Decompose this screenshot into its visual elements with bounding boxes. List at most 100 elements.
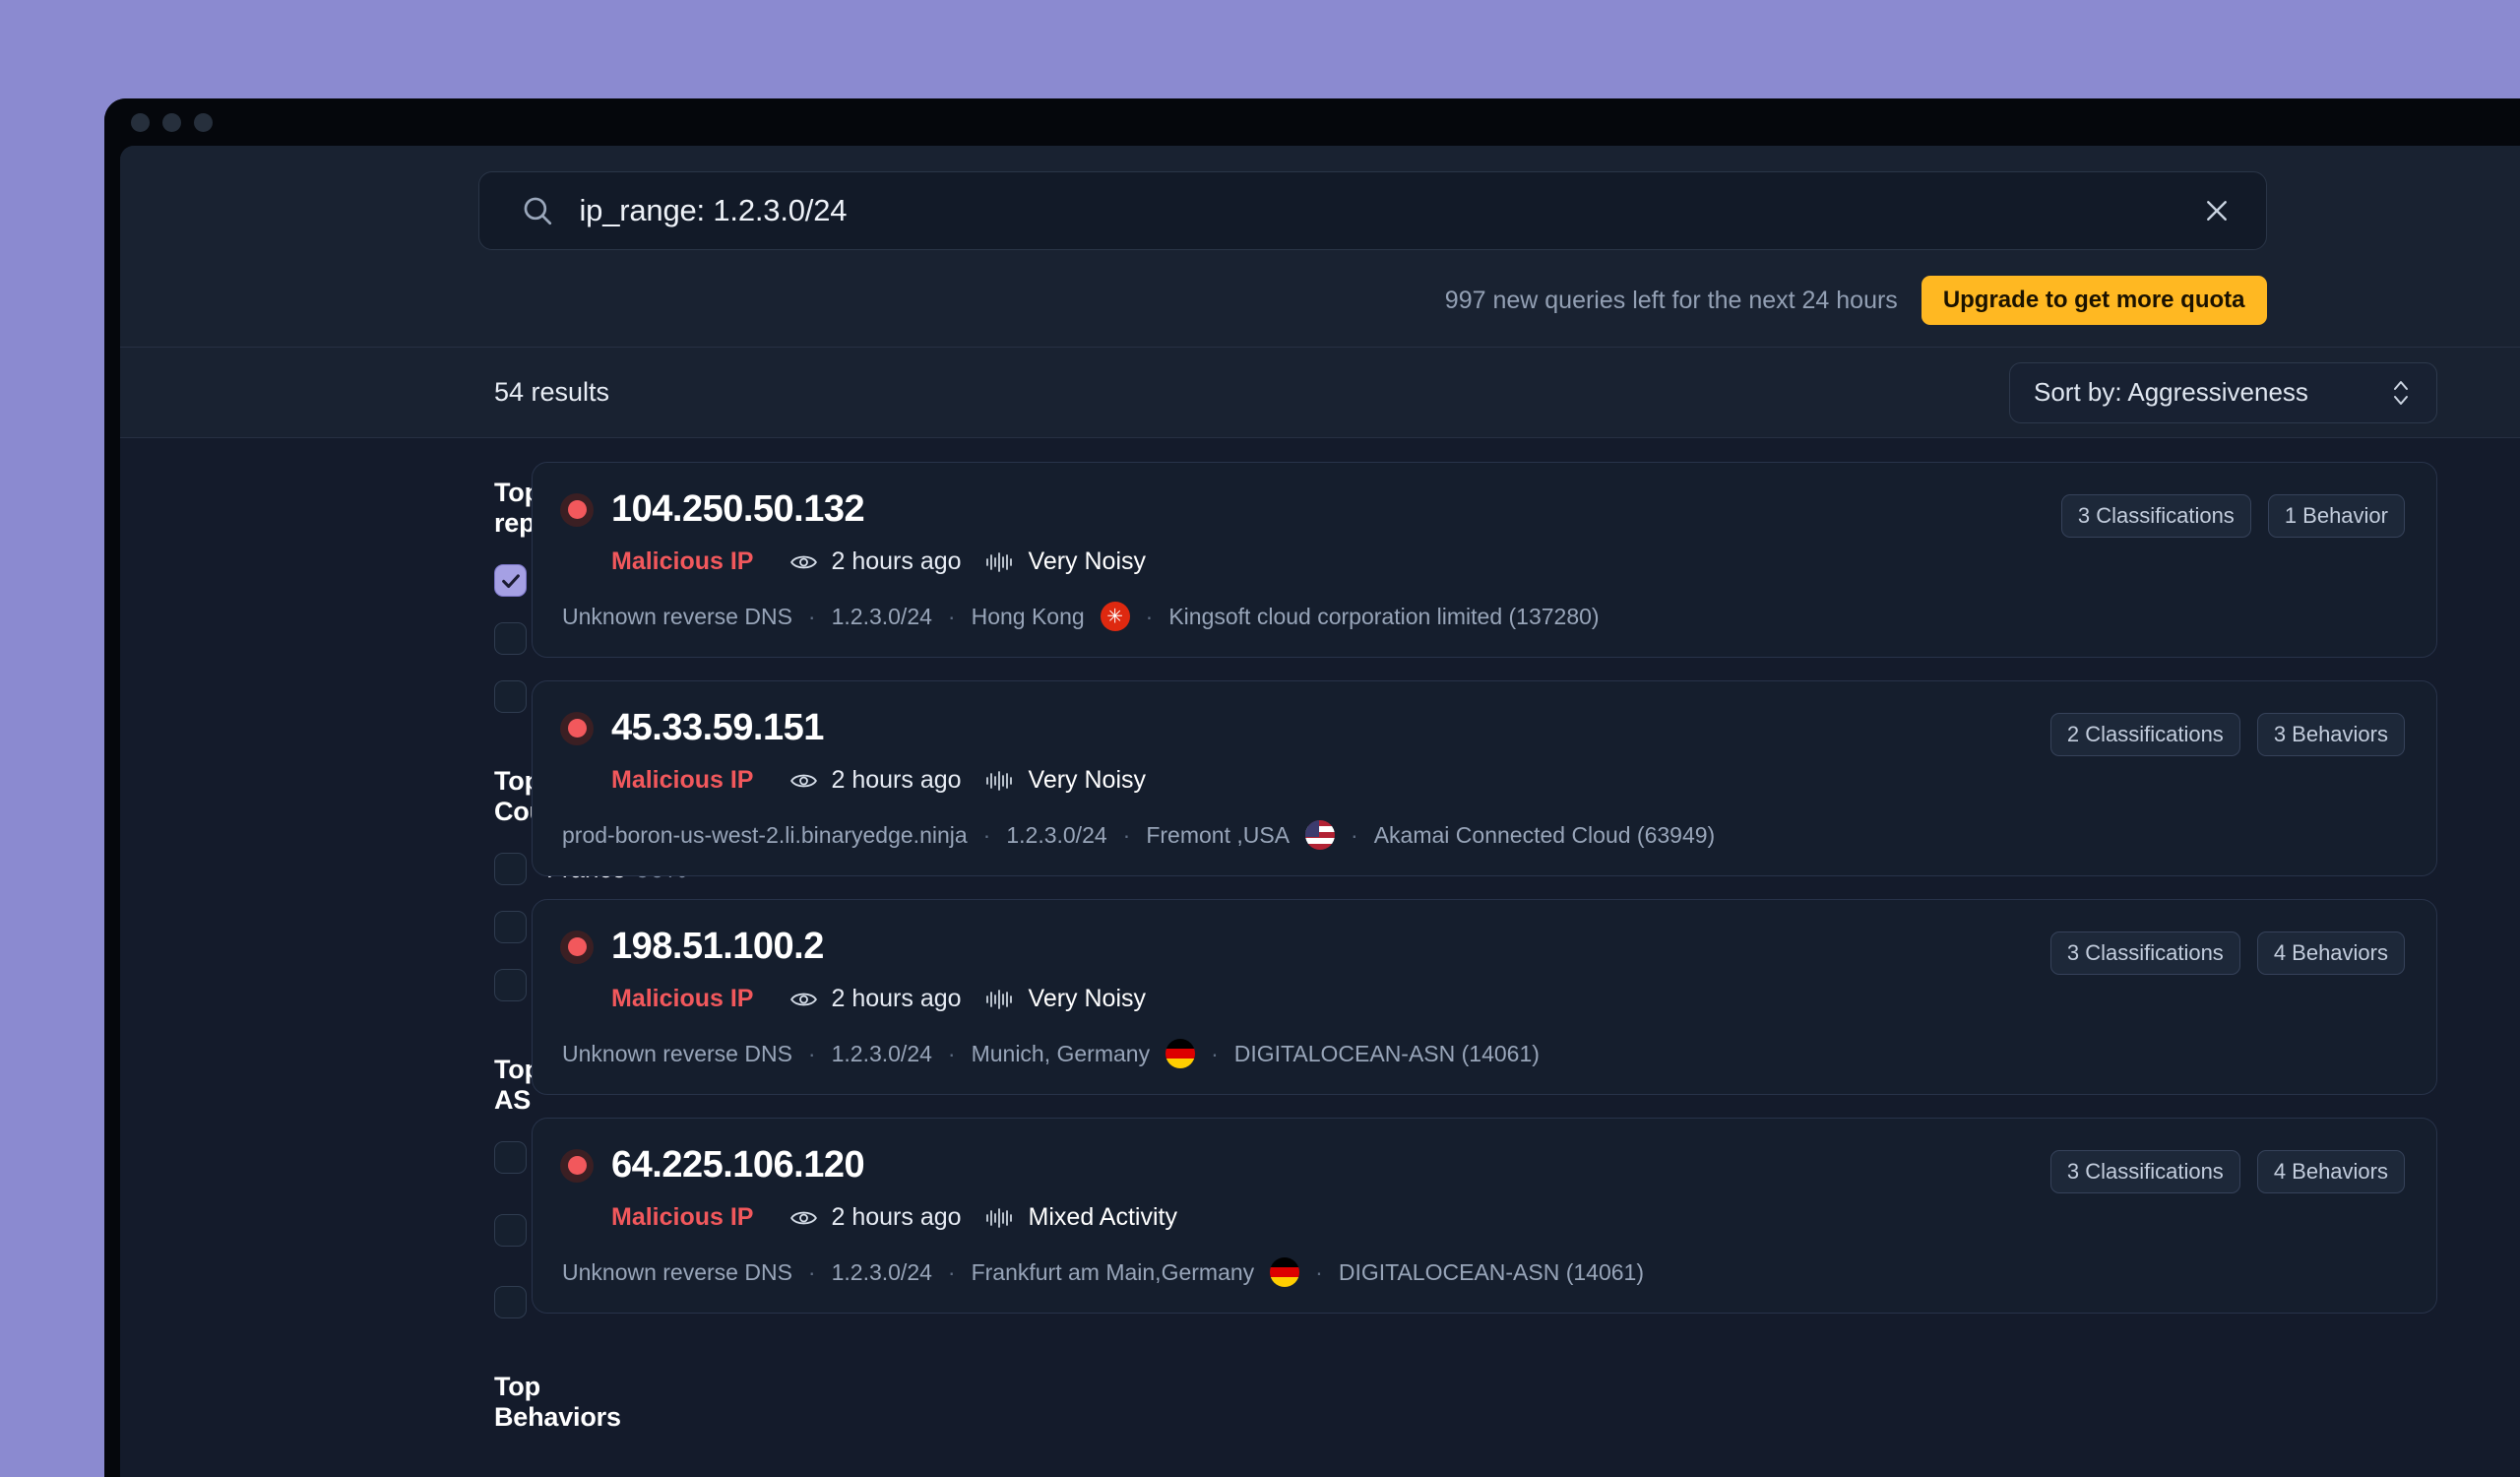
meta-separator: · xyxy=(947,1258,956,1285)
page-content: Top reputationMalicious90%Suspicious5%Kn… xyxy=(120,438,2520,1477)
noise-level-icon xyxy=(985,989,1015,1010)
meta-separator: · xyxy=(807,1258,816,1285)
noise-level: Very Noisy xyxy=(1028,766,1147,794)
result-card-header: 64.225.106.120 3 Classifications 4 Behavio… xyxy=(560,1144,2405,1193)
meta-separator: · xyxy=(947,1040,956,1066)
location: Munich, Germany xyxy=(971,1040,1151,1066)
ip-line: 45.33.59.151 xyxy=(560,707,824,749)
reverse-dns: Unknown reverse DNS xyxy=(562,1040,792,1066)
noise-level: Very Noisy xyxy=(1028,547,1147,575)
close-icon[interactable] xyxy=(2195,189,2238,232)
verdict-label: Malicious IP xyxy=(611,766,754,794)
threat-indicator-icon xyxy=(560,1148,594,1183)
quota-text: 997 new queries left for the next 24 hou… xyxy=(1444,286,1898,314)
eye-icon xyxy=(790,990,818,1009)
country-flag-icon xyxy=(1166,1039,1196,1068)
noise-level-icon xyxy=(985,551,1015,573)
facet-sidebar: Top reputationMalicious90%Suspicious5%Kn… xyxy=(120,438,717,1477)
ip-line: 104.250.50.132 xyxy=(560,488,865,531)
reverse-dns: prod-boron-us-west-2.li.binaryedge.ninja xyxy=(562,821,968,848)
results-list: 104.250.50.132 3 Classifications 1 Behavio… xyxy=(494,438,2520,1477)
eye-icon xyxy=(790,552,818,572)
country-flag-icon xyxy=(1270,1257,1300,1287)
meta-line: Unknown reverse DNS · 1.2.3.0/24 · Frankfurt… xyxy=(562,1257,2405,1287)
reverse-dns: Unknown reverse DNS xyxy=(562,1258,792,1285)
asn: DIGITALOCEAN-ASN (14061) xyxy=(1338,1258,1645,1285)
quota-row: 997 new queries left for the next 24 hou… xyxy=(478,276,2267,325)
search-input[interactable]: ip_range: 1.2.3.0/24 xyxy=(580,193,2195,228)
last-seen: 2 hours ago xyxy=(831,985,962,1012)
cidr-range: 1.2.3.0/24 xyxy=(831,603,932,629)
search-icon xyxy=(521,194,554,227)
result-badges: 3 Classifications 1 Behavior xyxy=(2060,488,2405,538)
cidr-range: 1.2.3.0/24 xyxy=(831,1258,932,1285)
noise-level-icon xyxy=(985,770,1015,792)
meta-separator: · xyxy=(947,603,956,629)
last-seen: 2 hours ago xyxy=(831,547,962,575)
result-card[interactable]: 198.51.100.2 3 Classifications 4 Behaviors… xyxy=(532,899,2437,1095)
status-line: Malicious IP 2 hours ago Very Noisy xyxy=(611,985,2405,1013)
noise-level: Mixed Activity xyxy=(1028,1203,1177,1231)
cidr-range: 1.2.3.0/24 xyxy=(831,1040,932,1066)
window-minimize-button[interactable] xyxy=(162,112,181,132)
reverse-dns: Unknown reverse DNS xyxy=(562,603,792,629)
meta-line: Unknown reverse DNS · 1.2.3.0/24 · Munich, G… xyxy=(562,1039,2405,1068)
sort-by-select[interactable]: Sort by: Aggressiveness xyxy=(2009,361,2437,423)
result-card[interactable]: 104.250.50.132 3 Classifications 1 Behavio… xyxy=(532,462,2437,658)
meta-separator: · xyxy=(1211,1040,1219,1066)
result-card-header: 198.51.100.2 3 Classifications 4 Behaviors xyxy=(560,926,2405,975)
result-card-header: 104.250.50.132 3 Classifications 1 Behavio… xyxy=(560,488,2405,538)
eye-icon xyxy=(790,771,818,791)
meta-separator: · xyxy=(1145,603,1154,629)
behaviors-badge[interactable]: 4 Behaviors xyxy=(2256,1150,2405,1193)
classifications-badge[interactable]: 3 Classifications xyxy=(2049,1150,2240,1193)
result-badges: 3 Classifications 4 Behaviors xyxy=(2049,926,2405,975)
threat-indicator-icon xyxy=(560,711,594,745)
behaviors-badge[interactable]: 1 Behavior xyxy=(2267,494,2405,538)
meta-separator: · xyxy=(1122,821,1131,848)
upgrade-button[interactable]: Upgrade to get more quota xyxy=(1921,276,2267,325)
verdict-label: Malicious IP xyxy=(611,547,754,575)
window-titlebar xyxy=(104,98,2520,146)
location: Fremont ,USA xyxy=(1146,821,1291,848)
cidr-range: 1.2.3.0/24 xyxy=(1006,821,1107,848)
window-maximize-button[interactable] xyxy=(194,112,213,132)
result-badges: 3 Classifications 4 Behaviors xyxy=(2049,1144,2405,1193)
country-flag-icon xyxy=(1100,602,1130,631)
meta-separator: · xyxy=(807,1040,816,1066)
app-window: ip_range: 1.2.3.0/24 997 new queries lef… xyxy=(104,98,2520,1477)
result-card-header: 45.33.59.151 2 Classifications 3 Behaviors xyxy=(560,707,2405,756)
meta-separator: · xyxy=(1351,821,1358,848)
result-card[interactable]: 45.33.59.151 2 Classifications 3 Behaviors… xyxy=(532,680,2437,876)
asn: Kingsoft cloud corporation limited (1372… xyxy=(1168,603,1600,629)
location: Frankfurt am Main,Germany xyxy=(971,1258,1255,1285)
ip-address[interactable]: 64.225.106.120 xyxy=(611,1144,865,1187)
last-seen: 2 hours ago xyxy=(831,1203,962,1231)
asn: Akamai Connected Cloud (63949) xyxy=(1373,821,1716,848)
noise-level-icon xyxy=(985,1207,1015,1229)
classifications-badge[interactable]: 3 Classifications xyxy=(2060,494,2251,538)
results-toolbar: 54 results Sort by: Aggressiveness xyxy=(120,348,2520,438)
country-flag-icon xyxy=(1305,820,1336,850)
threat-indicator-icon xyxy=(560,492,594,527)
search-bar[interactable]: ip_range: 1.2.3.0/24 xyxy=(477,171,2267,250)
result-card[interactable]: 64.225.106.120 3 Classifications 4 Behavio… xyxy=(532,1118,2437,1314)
search-header: ip_range: 1.2.3.0/24 997 new queries lef… xyxy=(120,146,2520,348)
eye-icon xyxy=(790,1208,818,1228)
ip-address[interactable]: 45.33.59.151 xyxy=(611,707,824,749)
status-line: Malicious IP 2 hours ago Mixed Activity xyxy=(611,1203,2405,1232)
verdict-label: Malicious IP xyxy=(611,1203,754,1231)
classifications-badge[interactable]: 3 Classifications xyxy=(2049,931,2240,975)
results-count: 54 results xyxy=(494,377,610,407)
meta-line: Unknown reverse DNS · 1.2.3.0/24 · Hong Kong… xyxy=(562,602,2405,631)
verdict-label: Malicious IP xyxy=(611,985,754,1012)
chevron-up-down-icon xyxy=(2389,376,2413,410)
status-line: Malicious IP 2 hours ago Very Noisy xyxy=(611,766,2405,795)
classifications-badge[interactable]: 2 Classifications xyxy=(2049,713,2240,756)
behaviors-badge[interactable]: 4 Behaviors xyxy=(2256,931,2405,975)
ip-address[interactable]: 198.51.100.2 xyxy=(611,926,824,968)
meta-separator: · xyxy=(982,821,991,848)
ip-address[interactable]: 104.250.50.132 xyxy=(611,488,865,531)
behaviors-badge[interactable]: 3 Behaviors xyxy=(2256,713,2405,756)
window-close-button[interactable] xyxy=(131,112,150,132)
